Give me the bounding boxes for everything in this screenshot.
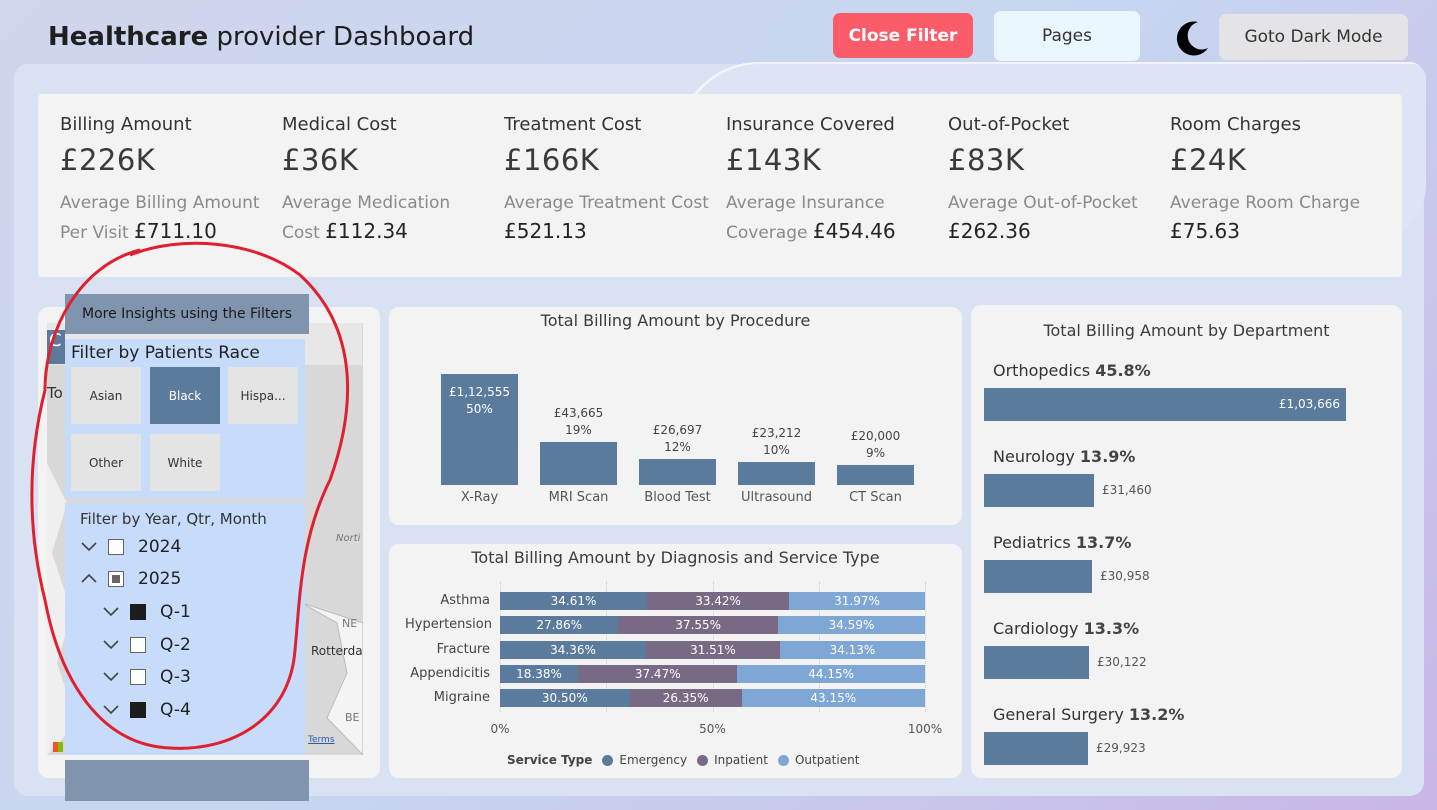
red-annotation-loop bbox=[30, 241, 350, 750]
